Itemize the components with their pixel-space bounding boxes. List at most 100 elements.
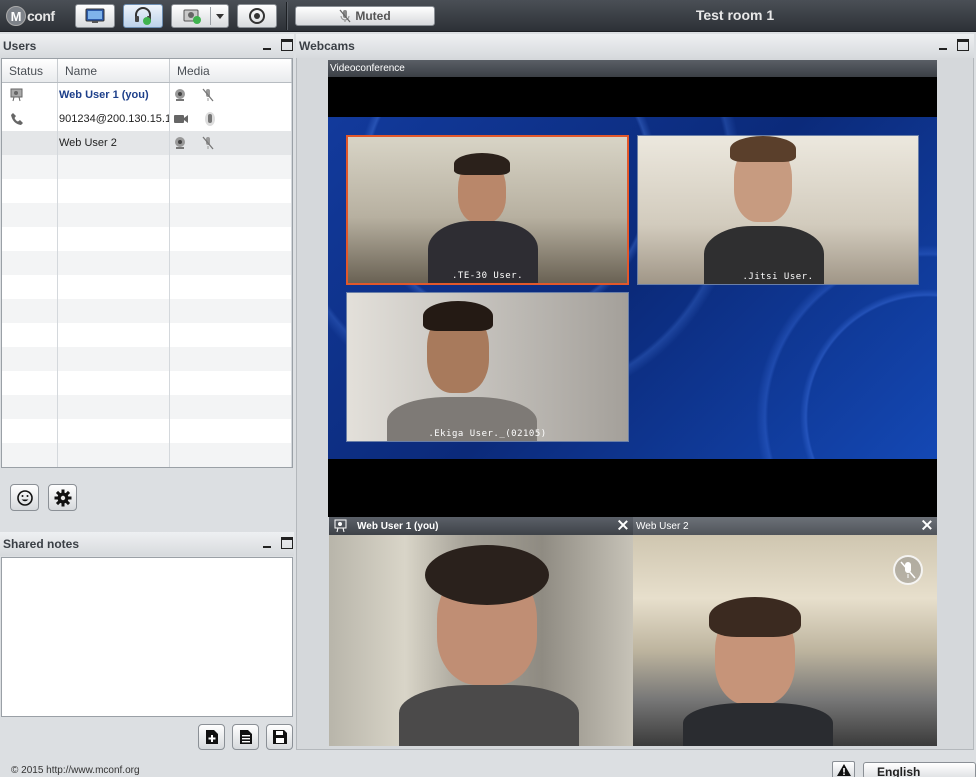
users-actions [10,484,77,511]
participant-body [399,685,579,746]
webcam-icon[interactable] [173,88,187,102]
empty-row [2,371,292,395]
video-tile: .TE-30 User. [346,135,629,285]
empty-row [2,395,292,419]
toolbar-separator [286,2,288,30]
users-title: Users [3,39,37,53]
empty-row [2,467,292,468]
user-row[interactable]: Web User 2 [2,131,292,155]
column-header-name[interactable]: Name [58,59,170,82]
monitor-icon [85,8,105,23]
participant-hair [425,545,549,605]
webcam-window: Web User 1 (you) [329,517,633,746]
document-icon [239,730,252,744]
user-row[interactable]: 901234@200.130.15.1 [2,107,292,131]
user-name: Web User 2 [58,131,170,155]
logo-text: conf [27,8,55,24]
webcams-header: Webcams [296,34,974,58]
webcam-title-bar[interactable]: Web User 2 [633,517,937,535]
webcam-user-name: Web User 2 [636,520,689,532]
floppy-disk-icon [272,730,287,744]
mic-muted-icon[interactable] [201,88,215,102]
shared-notes-textarea[interactable] [1,557,293,717]
copyright-text: © 2015 http://www.mconf.org [11,765,140,776]
format-note-button[interactable] [232,724,259,750]
language-select[interactable]: English [863,762,976,777]
webcam-video [329,535,633,746]
close-icon[interactable] [617,519,629,531]
webcam-title-bar[interactable]: Web User 1 (you) [329,517,633,535]
videoconference-window: Videoconference .TE-30 User. .Jitsi User… [328,60,937,517]
video-tile: .Jitsi User. [637,135,919,285]
participant-hair [423,301,493,331]
videoconference-screen: .TE-30 User. .Jitsi User. .Ekiga User._(… [328,117,937,459]
phone-icon [11,113,23,125]
minimize-icon[interactable] [261,39,273,51]
maximize-icon[interactable] [957,39,969,51]
top-toolbar: M conf Muted Test room 1 [0,0,976,32]
mic-muted-icon[interactable] [201,136,215,150]
muted-button[interactable]: Muted [295,6,435,26]
column-header-media[interactable]: Media [170,59,292,82]
empty-row [2,275,292,299]
users-grid-header: Status Name Media [2,59,292,83]
participant-hair [730,136,796,162]
webcam-video [633,535,937,746]
presenter-icon [10,88,23,102]
logo-mark: M [6,6,26,26]
warning-icon [836,764,851,776]
share-desktop-button[interactable] [75,4,115,28]
empty-row [2,347,292,371]
user-name: Web User 1 (you) [58,83,170,107]
minimize-icon[interactable] [261,537,273,549]
room-title: Test room 1 [695,7,775,23]
empty-row [2,155,292,179]
videoconference-title[interactable]: Videoconference [328,60,937,77]
webcam-icon[interactable] [173,136,187,150]
tile-caption: .Ekiga User._(02105) [428,429,547,439]
shared-notes-title: Shared notes [3,537,80,551]
gear-icon [54,489,71,506]
users-grid: Status Name Media Web User 1 (you) 90123… [1,58,293,468]
empty-row [2,419,292,443]
settings-button[interactable] [48,484,77,511]
share-webcam-button[interactable] [171,4,229,28]
record-button[interactable] [237,4,277,28]
tile-caption: .Jitsi User. [742,272,814,282]
add-document-icon [205,730,218,744]
save-note-button[interactable] [266,724,293,750]
column-header-status[interactable]: Status [2,59,58,82]
user-name: 901234@200.130.15.1 [58,107,170,131]
empty-row [2,251,292,275]
empty-row [2,203,292,227]
smiley-icon [16,489,33,506]
new-note-button[interactable] [198,724,225,750]
empty-row [2,299,292,323]
maximize-icon[interactable] [281,537,293,549]
maximize-icon[interactable] [281,39,293,51]
user-row[interactable]: Web User 1 (you) [2,83,292,107]
notes-actions [198,724,293,750]
chevron-down-icon[interactable] [216,14,224,19]
emoji-status-button[interactable] [10,484,39,511]
webcams-title: Webcams [299,39,355,53]
empty-row [2,227,292,251]
participant-hair [709,597,801,637]
mic-muted-icon [339,9,351,23]
record-icon [249,8,265,24]
participant-hair [454,153,510,175]
empty-row [2,179,292,203]
mic-muted-icon [893,555,923,585]
users-panel-header: Users [0,34,294,58]
mic-icon[interactable] [203,111,217,127]
webcam-user-name: Web User 1 (you) [357,520,439,532]
minimize-icon[interactable] [937,39,949,51]
shared-notes-header: Shared notes [0,532,294,556]
video-camera-icon[interactable] [173,113,189,125]
video-tile: .Ekiga User._(02105) [346,292,629,442]
participant-body [683,703,833,746]
network-warning-button[interactable] [832,761,855,777]
dropdown-divider [210,7,211,25]
join-audio-button[interactable] [123,4,163,28]
close-icon[interactable] [921,519,933,531]
